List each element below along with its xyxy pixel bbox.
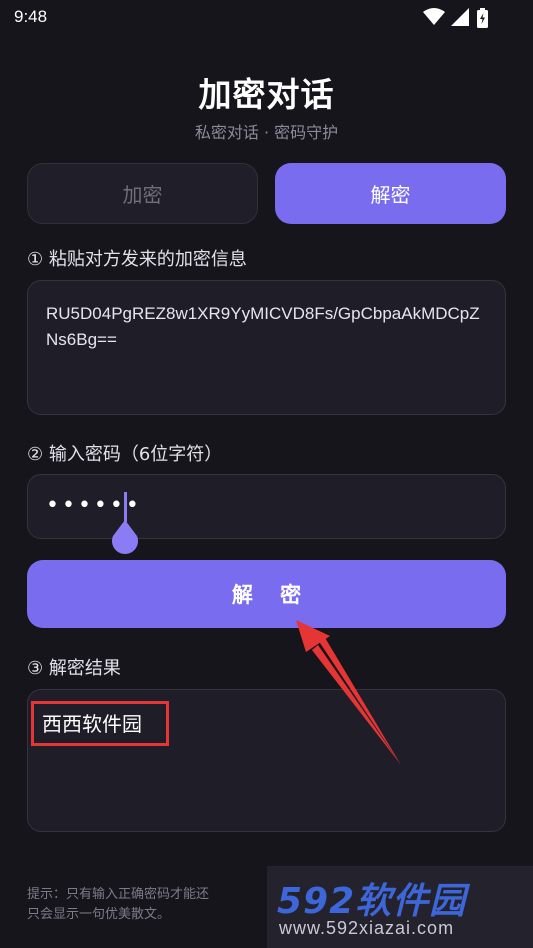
hint-line-1: 提示：只有输入正确密码才能还 <box>27 887 210 902</box>
hint-line-2: 只会显示一句优美散文。 <box>27 907 171 922</box>
signal-icon <box>451 8 469 26</box>
status-bar: 9:48 <box>0 0 533 38</box>
watermark-logo: 592软件园 <box>277 881 467 922</box>
result-label: ③ 解密结果 <box>27 658 121 679</box>
annotation-highlight-box <box>31 701 169 746</box>
battery-charging-icon <box>477 8 488 28</box>
wifi-icon <box>423 8 445 25</box>
watermark: 592软件园 www.592xiazai.com <box>267 866 533 948</box>
status-time: 9:48 <box>14 7 48 26</box>
decrypt-button[interactable]: 解 密 <box>27 560 506 628</box>
ciphertext-value: RU5D04PgREZ8w1XR9YyMICVD8Fs/GpCbpaAkMDCp… <box>46 304 480 349</box>
page-subtitle: 私密对话 · 密码守护 <box>194 123 339 142</box>
password-input[interactable]: •••••• <box>27 474 506 539</box>
text-cursor <box>124 492 127 522</box>
password-label: ② 输入密码（6位字符） <box>27 444 223 465</box>
tab-decrypt[interactable]: 解密 <box>275 163 506 224</box>
cursor-handle-icon[interactable] <box>110 520 140 556</box>
tab-encrypt[interactable]: 加密 <box>27 163 258 224</box>
watermark-url: www.592xiazai.com <box>279 918 455 938</box>
hint-text: 提示：只有输入正确密码才能还 只会显示一句优美散文。 <box>27 885 277 925</box>
ciphertext-label: ① 粘贴对方发来的加密信息 <box>27 249 247 270</box>
ciphertext-input[interactable]: RU5D04PgREZ8w1XR9YyMICVD8Fs/GpCbpaAkMDCp… <box>27 280 506 415</box>
page-title: 加密对话 <box>198 75 335 114</box>
password-masked-value: •••••• <box>46 493 142 518</box>
